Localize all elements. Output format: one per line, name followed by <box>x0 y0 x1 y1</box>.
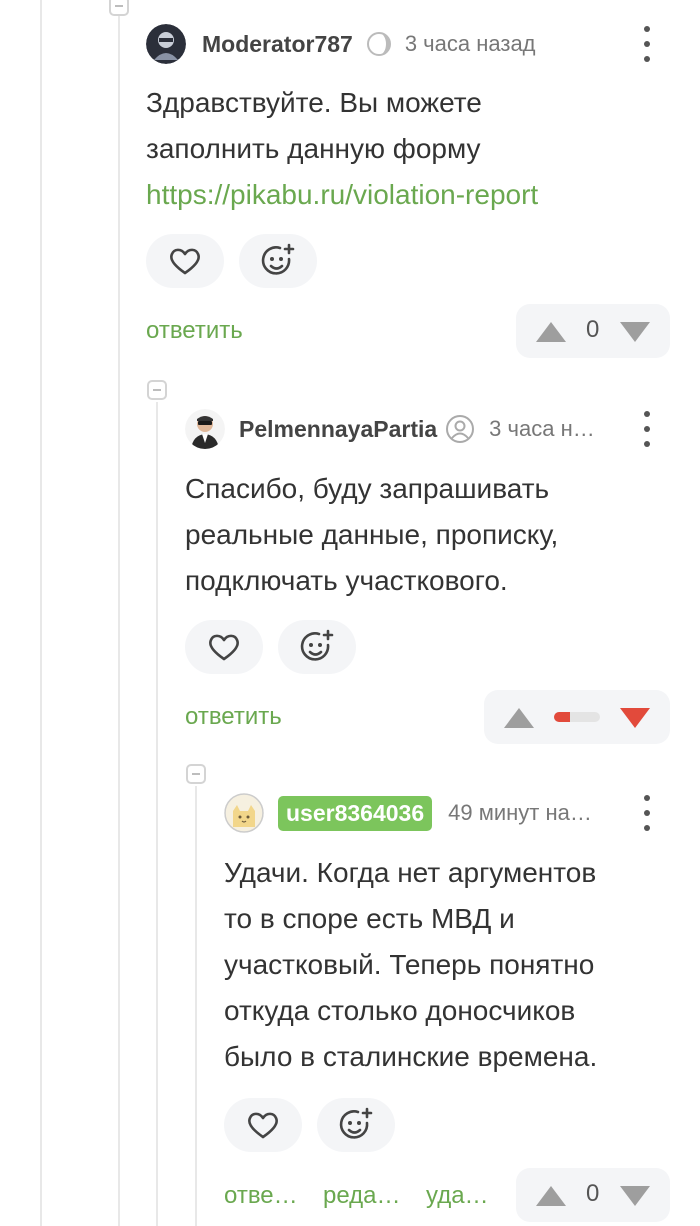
comment-header: user8364036 49 минут на… <box>224 793 608 833</box>
upvote-arrow-icon[interactable] <box>502 706 536 730</box>
reply-link[interactable]: ответить <box>185 703 282 731</box>
add-reaction-button[interactable] <box>239 234 317 288</box>
comment-text-line: откуда столько доносчиков <box>224 995 576 1026</box>
comment-time: 3 часа назад <box>404 31 536 56</box>
thread-line <box>118 16 120 1226</box>
heart-icon <box>170 248 200 275</box>
rating-value: 0 <box>586 1180 600 1207</box>
edit-link[interactable]: реда… <box>323 1182 401 1210</box>
suit-man-avatar-icon[interactable] <box>185 409 225 449</box>
moon-icon <box>365 30 393 58</box>
add-emoji-icon <box>300 629 334 661</box>
thread-line <box>195 786 197 1226</box>
comment-header: PelmennayaPartia 3 часа н… <box>185 409 609 449</box>
comment-link[interactable]: https://pikabu.ru/violation-report <box>146 179 538 210</box>
rating-bar <box>554 712 600 722</box>
add-reaction-button[interactable] <box>317 1098 395 1152</box>
collapse-thread-button[interactable] <box>147 380 167 400</box>
reply-link[interactable]: отве… <box>224 1182 298 1210</box>
comment-text-line: Удачи. Когда нет аргументов <box>224 857 597 888</box>
comment-text-line: заполнить данную форму <box>146 133 481 164</box>
vote-panel: 0 <box>516 304 670 358</box>
comment-time: 49 минут на… <box>448 800 592 825</box>
downvote-arrow-icon[interactable] <box>618 706 652 730</box>
thread-line <box>40 0 42 1226</box>
user-circle-icon <box>445 414 475 444</box>
username-badge[interactable]: user8364036 <box>278 795 433 831</box>
comment-text-line: подключать участкового. <box>185 565 508 596</box>
thread-line <box>156 402 158 1226</box>
add-reaction-button[interactable] <box>278 620 356 674</box>
more-menu-icon[interactable] <box>642 26 652 62</box>
vote-panel <box>484 690 670 744</box>
comment-text-line: Спасибо, буду запрашивать <box>185 473 550 504</box>
downvote-arrow-icon[interactable] <box>618 320 652 344</box>
more-menu-icon[interactable] <box>642 411 652 447</box>
delete-link[interactable]: уда… <box>426 1182 489 1210</box>
downvote-arrow-icon[interactable] <box>618 1184 652 1208</box>
heart-icon <box>248 1112 278 1139</box>
more-menu-icon[interactable] <box>642 795 652 831</box>
like-button[interactable] <box>146 234 224 288</box>
comment-text-line: реальные данные, прописку, <box>185 519 559 550</box>
vote-panel: 0 <box>516 1168 670 1222</box>
heart-icon <box>209 634 239 661</box>
rating-value: 0 <box>586 316 600 343</box>
comment-text: Спасибо, буду запрашивать реальные данны… <box>185 466 558 604</box>
like-button[interactable] <box>224 1098 302 1152</box>
comment-time: 3 часа н… <box>489 416 595 441</box>
upvote-arrow-icon[interactable] <box>534 1184 568 1208</box>
like-button[interactable] <box>185 620 263 674</box>
comment-text: Удачи. Когда нет аргументов то в споре е… <box>224 850 597 1080</box>
add-emoji-icon <box>261 243 295 275</box>
username[interactable]: PelmennayaPartia <box>239 416 437 443</box>
moderator-avatar-icon[interactable] <box>146 24 186 64</box>
comment-text-line: Здравствуйте. Вы можете <box>146 87 482 118</box>
username[interactable]: Moderator787 <box>202 31 353 58</box>
upvote-arrow-icon[interactable] <box>534 320 568 344</box>
cat-avatar-icon[interactable] <box>224 793 264 833</box>
comment-header: Moderator787 3 часа назад <box>146 24 536 64</box>
comment-text-line: то в споре есть МВД и <box>224 903 515 934</box>
comment-text-line: было в сталинские времена. <box>224 1041 598 1072</box>
comment-text: Здравствуйте. Вы можете заполнить данную… <box>146 80 538 218</box>
add-emoji-icon <box>339 1107 373 1139</box>
comment-text-line: участковый. Теперь понятно <box>224 949 595 980</box>
collapse-thread-button[interactable] <box>186 764 206 784</box>
collapse-thread-button[interactable] <box>109 0 129 16</box>
reply-link[interactable]: ответить <box>146 317 243 345</box>
